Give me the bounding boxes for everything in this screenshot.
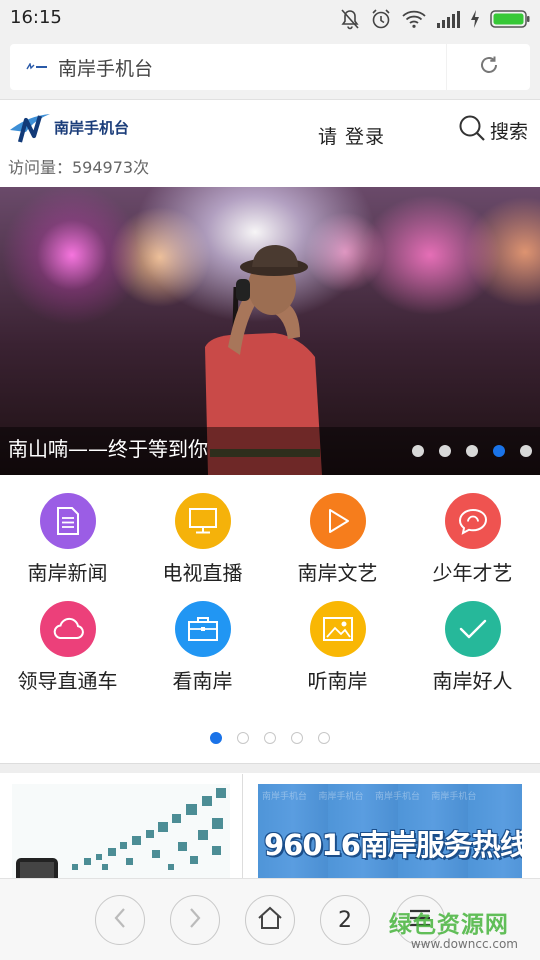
grid-label: 听南岸 <box>307 669 368 693</box>
wifi-icon <box>402 9 426 29</box>
site-logo[interactable]: 南岸手机台 <box>8 110 129 144</box>
grid-label: 南岸文艺 <box>297 561 378 585</box>
alarm-icon <box>370 8 392 30</box>
mute-icon <box>340 8 360 30</box>
site-header: 南岸手机台 请 登录 搜索 访问量：594973次 <box>0 100 540 186</box>
banner-indicator <box>412 445 532 457</box>
home-icon <box>257 906 283 934</box>
cloud-icon <box>39 601 96 657</box>
grid-item-tv-live[interactable]: 电视直播 <box>135 493 270 593</box>
grid-item-arts[interactable]: 南岸文艺 <box>270 493 405 593</box>
banner-dot-active[interactable] <box>493 445 505 457</box>
image-icon <box>309 601 366 657</box>
banner-dot[interactable] <box>466 445 478 457</box>
search-label: 搜索 <box>490 120 529 143</box>
grid-item-watch-nanan[interactable]: 看南岸 <box>135 601 270 701</box>
banner-dot[interactable] <box>520 445 532 457</box>
back-icon <box>112 906 128 934</box>
promo-section: 南岸手机台 南岸手机台 南岸手机台 南岸手机台 96016南岸服务热线 <box>0 774 540 878</box>
chat-bubble-icon <box>444 493 501 549</box>
grid-item-news[interactable]: 南岸新闻 <box>0 493 135 593</box>
url-text: 南岸手机台 <box>58 57 154 80</box>
grid-label: 南岸好人 <box>432 669 513 693</box>
charging-icon <box>470 10 480 28</box>
grid-label: 领导直通车 <box>17 669 118 693</box>
play-icon <box>309 493 366 549</box>
pager-dot[interactable] <box>237 732 249 744</box>
search-button[interactable]: 搜索 <box>458 114 528 146</box>
grid-item-listen-nanan[interactable]: 听南岸 <box>270 601 405 701</box>
status-bar: 16:15 <box>0 0 540 38</box>
promo-card-hotline[interactable]: 南岸手机台 南岸手机台 南岸手机台 南岸手机台 96016南岸服务热线 <box>258 784 522 878</box>
pager-dot[interactable] <box>291 732 303 744</box>
grid-label: 看南岸 <box>172 669 233 693</box>
grid-label: 电视直播 <box>162 561 243 585</box>
watermark-url: www.downcc.com <box>410 937 518 951</box>
watermark-title: 绿色资源网 <box>388 912 509 938</box>
section-divider <box>0 763 540 773</box>
signal-icon <box>436 10 460 28</box>
forward-icon <box>187 906 203 934</box>
back-button[interactable] <box>95 895 145 945</box>
banner-dot[interactable] <box>412 445 424 457</box>
grid-item-youth-talent[interactable]: 少年才艺 <box>405 493 540 593</box>
hotline-title: 96016南岸服务热线 <box>264 828 522 862</box>
reload-button[interactable] <box>447 44 530 90</box>
grid-item-good-people[interactable]: 南岸好人 <box>405 601 540 701</box>
promo-card-app[interactable] <box>12 784 230 878</box>
banner-caption[interactable]: 南山喃——终于等到你 <box>8 433 208 462</box>
forward-button[interactable] <box>170 895 220 945</box>
status-time: 16:15 <box>10 7 62 28</box>
monitor-icon <box>174 493 231 549</box>
search-icon <box>458 114 486 146</box>
grid-label: 南岸新闻 <box>27 561 108 585</box>
document-icon <box>39 493 96 549</box>
battery-icon <box>490 10 530 28</box>
banner-dot[interactable] <box>439 445 451 457</box>
banner-carousel[interactable]: 南山喃——终于等到你 <box>0 187 540 475</box>
logo-n-icon <box>8 110 52 144</box>
tab-count: 2 <box>338 907 352 933</box>
feature-grid: 南岸新闻 电视直播 南岸文艺 少年才艺 领导直通车 看南岸 听南岸 南岸好人 <box>0 475 540 773</box>
login-link[interactable]: 请 登录 <box>318 122 385 149</box>
url-field[interactable]: 南岸手机台 <box>10 44 446 90</box>
status-icons <box>340 7 530 31</box>
pager-dot[interactable] <box>318 732 330 744</box>
site-watermark: 绿色资源网 www.downcc.com <box>389 905 518 951</box>
tabs-button[interactable]: 2 <box>320 895 370 945</box>
visit-counter: 访问量：594973次 <box>8 158 150 177</box>
site-favicon-icon <box>26 62 48 72</box>
grid-pager <box>0 732 540 744</box>
browser-address-bar: 南岸手机台 <box>0 38 540 100</box>
pager-dot-active[interactable] <box>210 732 222 744</box>
check-icon <box>444 601 501 657</box>
logo-text: 南岸手机台 <box>54 118 130 137</box>
home-button[interactable] <box>245 895 295 945</box>
promo-separator <box>242 774 243 878</box>
briefcase-icon <box>174 601 231 657</box>
pager-dot[interactable] <box>264 732 276 744</box>
reload-icon <box>477 53 501 81</box>
promo-app-image <box>12 784 230 878</box>
grid-label: 少年才艺 <box>432 561 513 585</box>
grid-item-leader-express[interactable]: 领导直通车 <box>0 601 135 701</box>
